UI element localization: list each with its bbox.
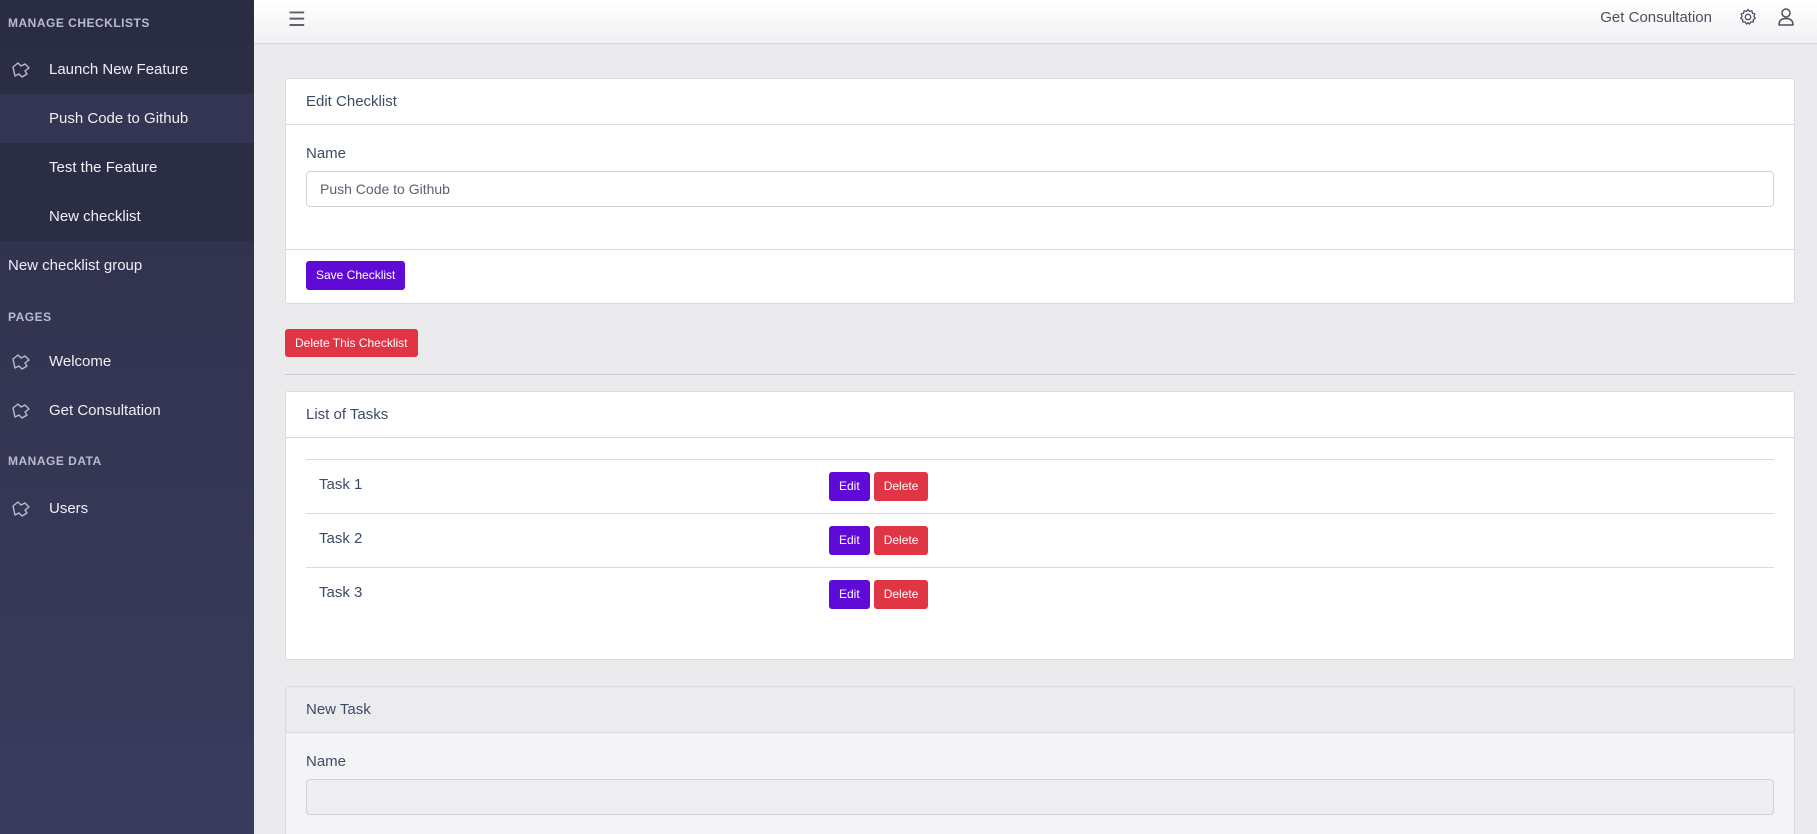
new-task-card: New Task Name — [285, 686, 1795, 834]
gear-icon[interactable] — [1739, 8, 1757, 26]
puzzle-icon — [12, 61, 30, 78]
edit-task-button[interactable]: Edit — [829, 472, 870, 501]
hamburger-icon[interactable]: ☰ — [288, 10, 306, 30]
card-title: Edit Checklist — [286, 79, 1794, 125]
name-label: Name — [306, 753, 347, 770]
sidebar-item-label: Welcome — [49, 353, 112, 370]
delete-task-button[interactable]: Delete — [873, 472, 929, 501]
task-actions: Edit Delete — [829, 472, 929, 501]
sidebar-item-new-checklist-group[interactable]: New checklist group — [0, 241, 254, 290]
delete-task-button[interactable]: Delete — [873, 580, 929, 609]
puzzle-icon — [12, 500, 30, 517]
sidebar-item-push-code[interactable]: Push Code to Github — [0, 94, 254, 143]
task-actions: Edit Delete — [829, 580, 929, 609]
card-footer: Save Checklist — [286, 249, 1794, 303]
sidebar-item-label: Get Consultation — [49, 402, 161, 419]
delete-checklist-button[interactable]: Delete This Checklist — [285, 329, 418, 357]
checklist-group: Launch New Feature Push Code to Github T… — [0, 45, 254, 241]
sidebar-item-label: Test the Feature — [49, 159, 158, 176]
checklist-name-input[interactable]: Push Code to Github — [306, 171, 1774, 207]
table-row: Task 3 Edit Delete — [306, 567, 1774, 621]
sidebar-item-new-checklist[interactable]: New checklist — [0, 192, 254, 241]
sidebar-item-test-feature[interactable]: Test the Feature — [0, 143, 254, 192]
divider — [285, 374, 1795, 375]
sidebar-item-label: Users — [49, 500, 89, 517]
name-label: Name — [306, 145, 347, 162]
task-actions: Edit Delete — [829, 526, 929, 555]
sidebar-item-label: New checklist — [49, 208, 141, 225]
sidebar-section-title: PAGES — [8, 310, 52, 324]
sidebar-item-users[interactable]: Users — [0, 484, 254, 533]
sidebar-section-title: MANAGE DATA — [8, 454, 102, 468]
sidebar-item-get-consultation[interactable]: Get Consultation — [0, 386, 254, 435]
sidebar-item-label: Push Code to Github — [49, 110, 189, 127]
delete-task-button[interactable]: Delete — [873, 526, 929, 555]
card-title: List of Tasks — [286, 392, 1794, 438]
top-bar: ☰ Get Consultation — [254, 0, 1817, 44]
user-icon[interactable] — [1777, 7, 1795, 27]
card-title: New Task — [286, 687, 1794, 733]
sidebar-item-launch-new-feature[interactable]: Launch New Feature — [0, 45, 254, 94]
task-name: Task 2 — [319, 530, 363, 547]
task-name: Task 3 — [319, 584, 363, 601]
get-consultation-link[interactable]: Get Consultation — [1600, 9, 1712, 26]
sidebar: MANAGE CHECKLISTS Launch New Feature Pus… — [0, 0, 254, 834]
edit-task-button[interactable]: Edit — [829, 526, 870, 555]
sidebar-item-label: New checklist group — [8, 257, 143, 274]
edit-checklist-card: Edit Checklist Name Push Code to Github … — [285, 78, 1795, 304]
task-table: Task 1 Edit Delete Task 2 Edit Delete Ta… — [286, 438, 1794, 621]
edit-task-button[interactable]: Edit — [829, 580, 870, 609]
task-name-input[interactable] — [306, 779, 1774, 815]
puzzle-icon — [12, 353, 30, 370]
table-row: Task 1 Edit Delete — [306, 459, 1774, 513]
puzzle-icon — [12, 402, 30, 419]
sidebar-section-title: MANAGE CHECKLISTS — [0, 0, 254, 45]
sidebar-item-welcome[interactable]: Welcome — [0, 337, 254, 386]
list-of-tasks-card: List of Tasks Task 1 Edit Delete Task 2 … — [285, 391, 1795, 660]
sidebar-item-label: Launch New Feature — [49, 61, 189, 78]
table-row: Task 2 Edit Delete — [306, 513, 1774, 567]
save-checklist-button[interactable]: Save Checklist — [306, 261, 406, 290]
task-name: Task 1 — [319, 476, 363, 493]
